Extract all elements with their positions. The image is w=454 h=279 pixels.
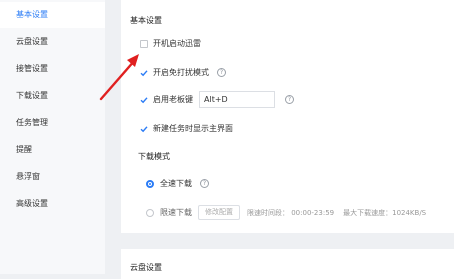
annotation-arrow [99,54,139,101]
